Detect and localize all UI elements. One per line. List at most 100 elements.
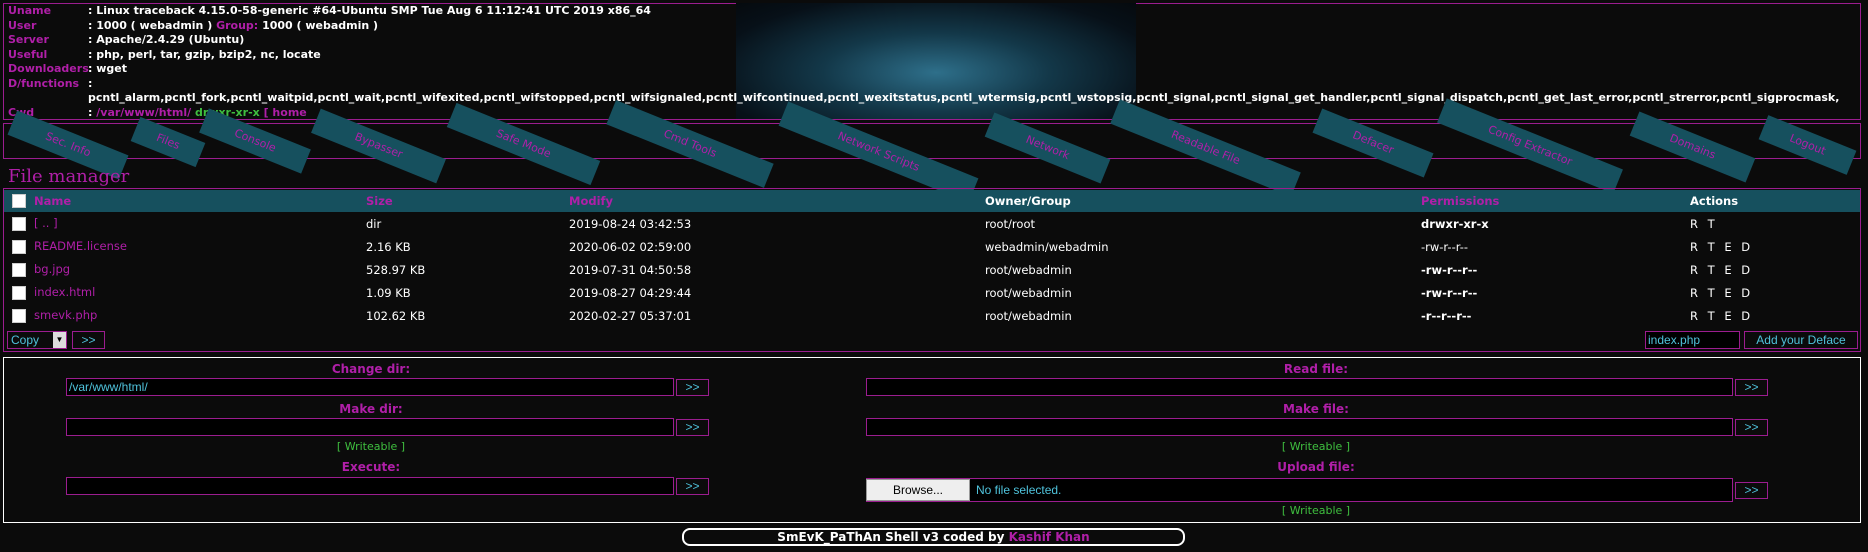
footer-author-link[interactable]: Kashif Khan: [1009, 530, 1090, 544]
make-dir-input[interactable]: [66, 418, 674, 436]
file-permissions[interactable]: -rw-r--r--: [1421, 235, 1690, 258]
file-permissions[interactable]: -rw-r--r--: [1421, 258, 1690, 281]
make-file-writeable-status: [ Writeable ]: [1281, 440, 1351, 453]
browse-button[interactable]: Browse...: [866, 479, 970, 501]
column-actions: Actions: [1690, 190, 1860, 212]
file-size: dir: [366, 216, 382, 231]
table-row: index.html 1.09 KB 2019-08-27 04:29:44 r…: [4, 281, 1860, 304]
column-owner-group: Owner/Group: [985, 190, 1421, 212]
dfunctions-label: D/functions: [8, 76, 80, 90]
bulk-action-select[interactable]: Copy ▼: [7, 331, 67, 349]
group-value: 1000 ( webadmin ): [262, 18, 379, 32]
upload-go-button[interactable]: >>: [1735, 482, 1768, 499]
file-actions[interactable]: R T E D: [1690, 281, 1860, 304]
file-modified: 2019-08-24 03:42:53: [569, 216, 692, 231]
change-dir-go-button[interactable]: >>: [676, 379, 709, 396]
downloaders-row: Downloaders: wget: [8, 62, 651, 77]
change-dir-label: Change dir:: [331, 362, 411, 376]
upload-file-label: Upload file:: [1277, 460, 1355, 474]
file-manager-title: File manager: [8, 166, 130, 187]
file-actions[interactable]: R T: [1690, 212, 1860, 235]
make-file-label: Make file:: [1283, 402, 1349, 416]
make-file-input[interactable]: [866, 418, 1733, 436]
add-deface-button[interactable]: Add your Deface: [1744, 331, 1858, 349]
file-size: 102.62 KB: [366, 308, 426, 323]
file-owner: root/webadmin: [985, 308, 1072, 323]
file-size: 2.16 KB: [366, 239, 411, 254]
footer-credit: SmEvK_PaThAn Shell v3 coded by Kashif Kh…: [682, 528, 1185, 546]
server-value: : Apache/2.4.29 (Ubuntu): [88, 33, 245, 46]
row-checkbox[interactable]: [12, 285, 26, 300]
table-row: [ .. ] dir 2019-08-24 03:42:53 root/root…: [4, 212, 1860, 235]
make-dir-writeable-status: [ Writeable ]: [336, 440, 406, 453]
change-dir-input[interactable]: /var/www/html/: [66, 378, 674, 396]
file-owner: root/root: [985, 216, 1035, 231]
cwd-path-link[interactable]: /var/www/html/: [96, 106, 191, 119]
row-checkbox[interactable]: [12, 262, 26, 277]
column-name[interactable]: Name: [4, 190, 366, 212]
uname-row: Uname : Linux traceback 4.15.0-58-generic…: [8, 4, 651, 19]
user-label: User: [8, 18, 37, 32]
file-permissions[interactable]: drwxr-xr-x: [1421, 212, 1690, 235]
uname-label: Uname: [8, 4, 52, 17]
disabled-functions-list: pcntl_alarm,pcntl_fork,pcntl_waitpid,pcn…: [88, 91, 1840, 104]
downloaders-value: : wget: [88, 62, 127, 75]
file-actions[interactable]: R T E D: [1690, 235, 1860, 258]
file-permissions[interactable]: -r--r--r--: [1421, 304, 1690, 327]
cwd-home-link[interactable]: [ home: [264, 106, 307, 119]
file-name-link[interactable]: bg.jpg: [34, 262, 70, 276]
dfunctions-row: D/functions:: [8, 77, 651, 92]
dfunctions-value: :: [88, 76, 93, 90]
row-checkbox[interactable]: [12, 308, 26, 323]
useful-label: Useful: [8, 47, 48, 61]
file-owner: root/webadmin: [985, 262, 1072, 277]
row-checkbox[interactable]: [12, 239, 26, 254]
make-dir-label: Make dir:: [339, 402, 403, 416]
file-name-link[interactable]: smevk.php: [34, 308, 97, 322]
bulk-action-value: Copy: [11, 333, 40, 347]
cwd-colon: :: [88, 105, 93, 119]
file-actions[interactable]: R T E D: [1690, 258, 1860, 281]
table-header-row: Name Size Modify Owner/Group Permissions…: [4, 190, 1860, 212]
file-modified: 2020-06-02 02:59:00: [569, 239, 692, 254]
deface-filename-input[interactable]: index.php: [1645, 331, 1740, 349]
file-name-link[interactable]: index.html: [34, 285, 95, 299]
row-checkbox[interactable]: [12, 216, 26, 231]
make-dir-go-button[interactable]: >>: [676, 419, 709, 436]
upload-writeable-status: [ Writeable ]: [1281, 504, 1351, 517]
user-value: : 1000 ( webadmin ): [88, 18, 213, 32]
server-label: Server: [8, 33, 49, 46]
column-size[interactable]: Size: [366, 190, 569, 212]
file-table: Name Size Modify Owner/Group Permissions…: [4, 190, 1860, 327]
table-row: README.license 2.16 KB 2020-06-02 02:59:…: [4, 235, 1860, 258]
chevron-down-icon: ▼: [53, 332, 66, 348]
execute-input[interactable]: [66, 477, 674, 495]
execute-go-button[interactable]: >>: [676, 478, 709, 495]
group-label: Group:: [216, 18, 259, 32]
column-permissions[interactable]: Permissions: [1421, 190, 1690, 212]
footer-text: SmEvK_PaThAn Shell v3 coded by: [777, 530, 1005, 544]
file-actions[interactable]: R T E D: [1690, 304, 1860, 327]
read-file-go-button[interactable]: >>: [1735, 379, 1768, 396]
file-modified: 2020-02-27 05:37:01: [569, 308, 692, 323]
execute-label: Execute:: [341, 460, 401, 474]
table-row: bg.jpg 528.97 KB 2019-07-31 04:50:58 roo…: [4, 258, 1860, 281]
bulk-action-go-button[interactable]: >>: [72, 331, 105, 349]
uname-value: : Linux traceback 4.15.0-58-generic #64-…: [88, 4, 651, 17]
read-file-input[interactable]: [866, 378, 1733, 396]
user-row: User : 1000 ( webadmin ) Group: 1000 ( we…: [8, 19, 651, 34]
column-modify[interactable]: Modify: [569, 190, 985, 212]
file-size: 1.09 KB: [366, 285, 411, 300]
select-all-checkbox[interactable]: [12, 194, 26, 209]
file-name-link[interactable]: [ .. ]: [34, 216, 58, 230]
no-file-selected-text: No file selected.: [976, 483, 1062, 497]
file-modified: 2019-07-31 04:50:58: [569, 262, 692, 277]
read-file-label: Read file:: [1283, 362, 1349, 376]
downloaders-label: Downloaders: [8, 62, 89, 75]
file-owner: root/webadmin: [985, 285, 1072, 300]
make-file-go-button[interactable]: >>: [1735, 419, 1768, 436]
file-size: 528.97 KB: [366, 262, 426, 277]
file-name-link[interactable]: README.license: [34, 239, 127, 253]
server-row: Server : Apache/2.4.29 (Ubuntu): [8, 33, 651, 48]
file-permissions[interactable]: -rw-r--r--: [1421, 281, 1690, 304]
